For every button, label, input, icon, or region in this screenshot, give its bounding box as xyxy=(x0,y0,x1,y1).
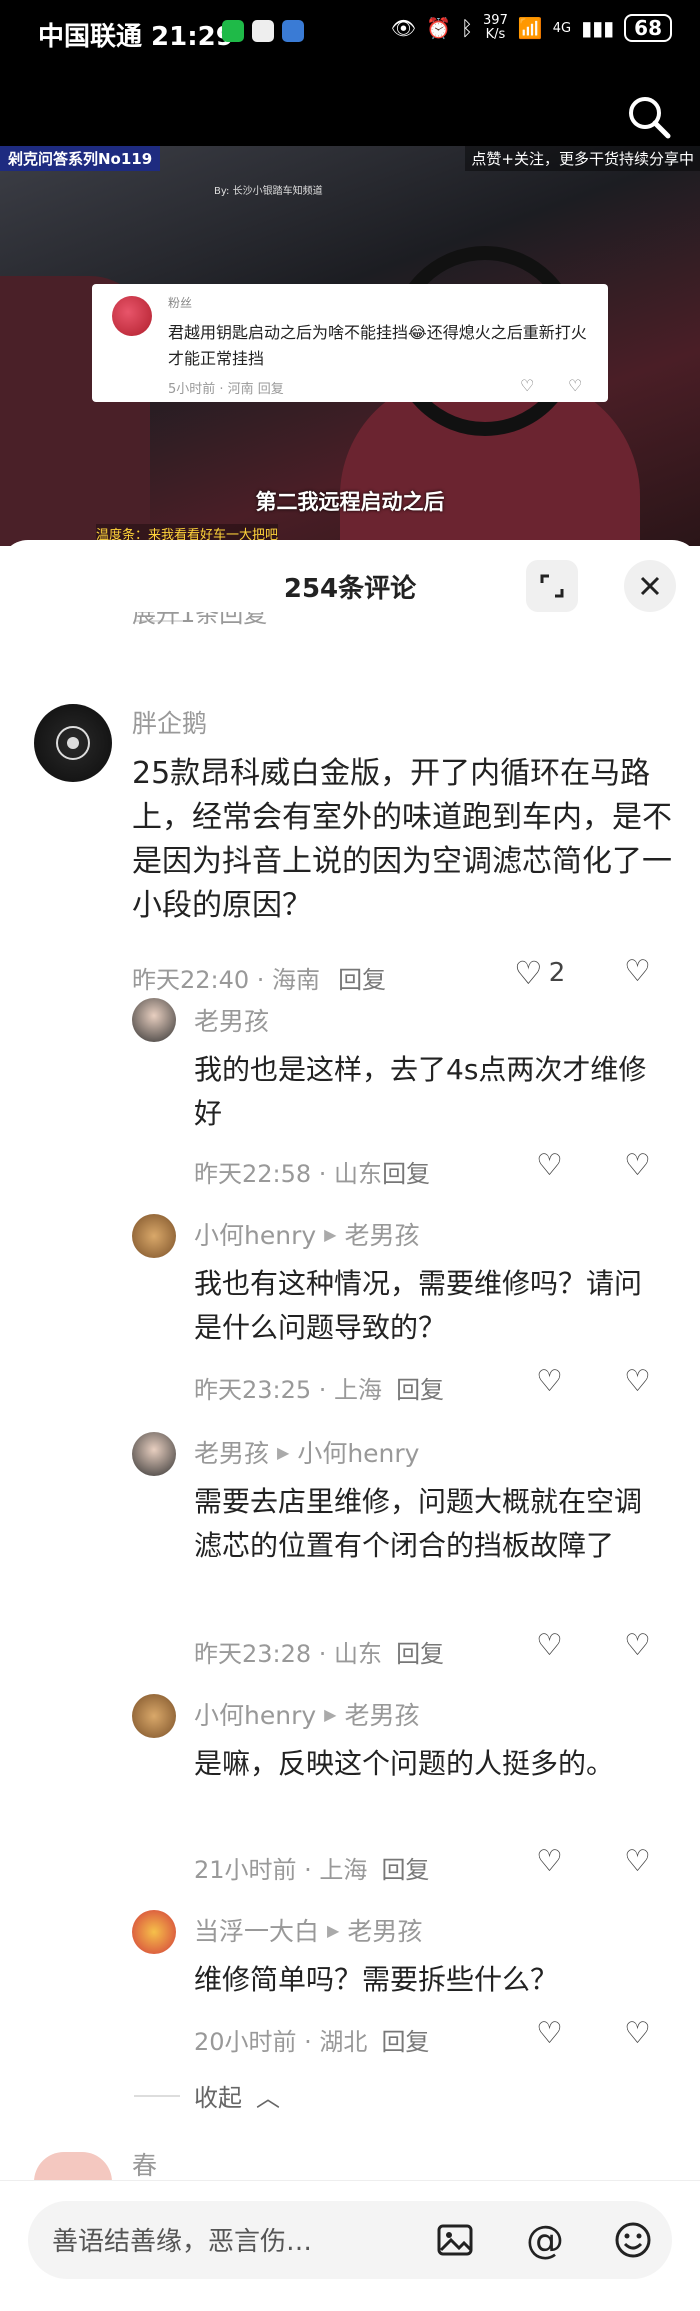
network-type: 4G xyxy=(552,20,572,36)
reply-user[interactable]: 老男孩 ▶ 小何henry xyxy=(194,1434,419,1470)
comment-input[interactable]: 善语结善缘，恶言伤… @ xyxy=(28,2201,672,2279)
reply-button[interactable]: 回复 xyxy=(381,1850,429,1885)
video-caption: 第二我远程启动之后 xyxy=(255,490,445,514)
avatar[interactable] xyxy=(132,998,176,1042)
reply-button[interactable]: 回复 xyxy=(382,1154,430,1189)
reply-meta: 21小时前 · 上海 回复 xyxy=(194,1850,429,1885)
top-bar xyxy=(0,66,700,146)
dislike-icon[interactable]: ♡ xyxy=(624,1148,651,1183)
like-icon[interactable]: ♡ xyxy=(536,1364,563,1399)
emoji-icon[interactable] xyxy=(610,2217,656,2263)
avatar[interactable] xyxy=(132,1694,176,1738)
comment-user[interactable]: 胖企鹅 xyxy=(132,704,207,740)
reply-text: 我的也是这样，去了4s点两次才维修好 xyxy=(194,1053,647,1130)
comment-text: 25款昂科威白金版，开了内循环在马路上，经常会有室外的味道跑到车内，是不是因为抖… xyxy=(132,756,672,923)
card-user: 粉丝 xyxy=(168,296,193,310)
reply-button[interactable]: 回复 xyxy=(396,1370,444,1405)
reply-text: 我也有这种情况，需要维修吗？请问是什么问题导致的？ xyxy=(194,1267,643,1344)
reply-meta: 昨天22:58 · 山东 回复 xyxy=(194,1154,430,1189)
input-placeholder: 善语结善缘，恶言伤… xyxy=(52,2227,313,2257)
reply-user[interactable]: 小何henry ▶ 老男孩 xyxy=(194,1696,419,1732)
divider xyxy=(134,2094,180,2097)
card-meta: 5小时前 · 河南 回复 xyxy=(168,382,284,397)
avatar[interactable] xyxy=(34,2152,112,2182)
dislike-icon[interactable]: ♡ xyxy=(624,954,651,989)
like-icon[interactable]: ♡ xyxy=(536,1844,563,1879)
heart-icon: ♡ xyxy=(514,954,543,992)
like-icon[interactable]: ♡ xyxy=(536,1628,563,1663)
dislike-icon[interactable]: ♡ xyxy=(624,1628,651,1663)
like-button[interactable]: ♡ 2 xyxy=(514,954,565,992)
avatar[interactable] xyxy=(132,1432,176,1476)
battery-indicator: 68 xyxy=(624,14,672,42)
search-icon[interactable] xyxy=(624,92,674,142)
wechat-icon xyxy=(222,20,244,42)
qq-icon xyxy=(252,20,274,42)
reply-arrow-icon: ▶ xyxy=(327,1920,340,1940)
status-right: 👁 ⏰ ᛒ 397 K/s 📶 4G ▮▮▮ 68 xyxy=(391,14,672,42)
at-icon[interactable]: @ xyxy=(522,2217,568,2263)
comment-user[interactable]: 春 xyxy=(132,2146,157,2182)
bluetooth-icon: ᛒ xyxy=(461,16,474,40)
heart-outline-icon: ♡ xyxy=(520,376,535,395)
video-comment-card: 粉丝 君越用钥匙启动之后为啥不能挂挡😂还得熄火之后重新打火才能正常挂挡 5小时前… xyxy=(92,284,608,402)
expand-icon xyxy=(540,574,564,598)
video-watermark: By: 长沙小银踏车知频道 xyxy=(214,186,323,197)
reply-user[interactable]: 小何henry ▶ 老男孩 xyxy=(194,1216,419,1252)
comments-title: 254条评论 xyxy=(283,574,417,604)
alarm-icon: ⏰ xyxy=(426,16,452,40)
collapse-replies-button[interactable]: 收起 ︿ xyxy=(134,2078,280,2113)
card-text: 君越用钥匙启动之后为啥不能挂挡😂还得熄火之后重新打火才能正常挂挡 xyxy=(168,323,587,368)
expand-replies-link[interactable]: 展开1条回复 xyxy=(132,612,267,628)
reply-user[interactable]: 当浮一大白 ▶ 老男孩 xyxy=(194,1912,422,1948)
reply-button[interactable]: 回复 xyxy=(338,960,386,995)
wifi-icon: 📶 xyxy=(517,16,543,40)
app-icon xyxy=(282,20,304,42)
reply-button[interactable]: 回复 xyxy=(381,2022,429,2057)
reply-meta: 20小时前 · 湖北 回复 xyxy=(194,2022,429,2057)
reply-meta: 昨天23:28 · 山东 回复 xyxy=(194,1634,444,1669)
dislike-icon[interactable]: ♡ xyxy=(624,1364,651,1399)
like-icon[interactable]: ♡ xyxy=(536,2016,563,2051)
reply-button[interactable]: 回复 xyxy=(396,1634,444,1669)
signal-icon: ▮▮▮ xyxy=(581,16,615,40)
broken-heart-icon: ♡ xyxy=(568,376,583,395)
reply-meta: 昨天23:25 · 上海 回复 xyxy=(194,1370,444,1405)
reply-user[interactable]: 老男孩 xyxy=(194,1002,269,1038)
chevron-up-icon: ︿ xyxy=(256,2084,280,2112)
avatar[interactable] xyxy=(34,704,112,782)
reply-text: 是嘛，反映这个问题的人挺多的。 xyxy=(194,1747,615,1780)
avatar xyxy=(112,296,152,336)
eye-icon: 👁 xyxy=(390,16,417,40)
dislike-icon[interactable]: ♡ xyxy=(624,2016,651,2051)
like-icon[interactable]: ♡ xyxy=(536,1148,563,1183)
avatar[interactable] xyxy=(132,1910,176,1954)
reply-arrow-icon: ▶ xyxy=(324,1704,337,1724)
comment-input-bar: 善语结善缘，恶言伤… @ xyxy=(0,2180,700,2311)
club-crest-icon xyxy=(56,726,90,760)
network-speed: 397 K/s xyxy=(483,13,508,42)
avatar[interactable] xyxy=(132,1214,176,1258)
image-icon[interactable] xyxy=(432,2217,478,2263)
series-tag: 剁克问答系列No119 xyxy=(0,146,161,171)
notification-icons xyxy=(222,20,304,42)
comment-meta: 昨天22:40 · 海南 回复 xyxy=(132,960,386,995)
close-icon xyxy=(640,576,660,596)
close-button[interactable] xyxy=(624,560,676,612)
expand-button[interactable] xyxy=(526,560,578,612)
reply-arrow-icon: ▶ xyxy=(277,1442,290,1462)
reply-arrow-icon: ▶ xyxy=(324,1224,337,1244)
status-bar: 中国联通 21:29 👁 ⏰ ᛒ 397 K/s 📶 4G ▮▮▮ 68 xyxy=(0,0,700,66)
follow-tag: 点赞+关注，更多干货持续分享中 xyxy=(465,146,700,171)
collapse-label: 收起 xyxy=(194,2084,242,2112)
carrier-time: 中国联通 21:29 xyxy=(38,22,234,52)
comments-sheet: 254条评论 展开1条回复 胖企鹅 25款昂科威白金版，开了内循环在马路上，经常… xyxy=(0,540,700,2311)
dislike-icon[interactable]: ♡ xyxy=(624,1844,651,1879)
reply-text: 需要去店里维修，问题大概就在空调滤芯的位置有个闭合的挡板故障了 xyxy=(194,1485,643,1562)
reply-text: 维修简单吗？需要拆些什么？ xyxy=(194,1963,559,1996)
